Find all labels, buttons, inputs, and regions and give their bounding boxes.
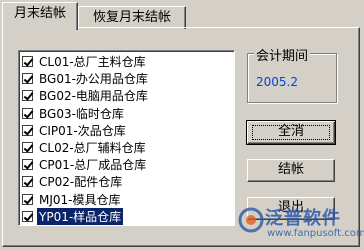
tab-month-end-close[interactable]: 月末结帐	[2, 2, 78, 30]
accounting-period-group: 会计期间 2005.2	[247, 45, 337, 103]
checkbox[interactable]	[22, 90, 33, 102]
list-item[interactable]: CL02-总厂辅料仓库	[22, 139, 234, 156]
watermark-url: www.fanpusoft.com	[267, 228, 364, 239]
watermark-brand: 泛普软件	[265, 208, 341, 229]
list-item[interactable]: CP01-总厂成品仓库	[22, 156, 234, 173]
checkbox[interactable]	[22, 73, 33, 85]
deselect-all-button[interactable]: 全消	[246, 120, 336, 145]
checkbox[interactable]	[22, 193, 33, 205]
list-item-label: CP02-配件仓库	[39, 175, 123, 190]
checkbox[interactable]	[22, 107, 33, 119]
close-month-label: 结帐	[277, 162, 304, 177]
warehouse-list[interactable]: CL01-总厂主料仓库 BG01-办公用品仓库 BG02-电脑用品仓库 BG03…	[18, 50, 235, 226]
list-item-label: CL01-总厂主料仓库	[39, 55, 146, 70]
list-item-label: YP01-样品仓库	[37, 207, 124, 225]
list-item-label: CIP01-次品仓库	[39, 123, 126, 138]
list-item-label: BG01-办公用品仓库	[39, 72, 148, 87]
list-item-label: BG03-临时仓库	[39, 106, 124, 121]
close-month-button[interactable]: 结帐	[247, 159, 335, 182]
list-item[interactable]: CIP01-次品仓库	[22, 122, 234, 139]
list-item-label: CL02-总厂辅料仓库	[39, 141, 146, 156]
list-item-label: BG02-电脑用品仓库	[39, 89, 148, 104]
checkbox[interactable]	[22, 142, 33, 154]
accounting-period-title: 会计期间	[254, 45, 311, 64]
list-item[interactable]: BG02-电脑用品仓库	[22, 87, 234, 104]
accounting-period-value: 2005.2	[256, 75, 298, 89]
checkbox[interactable]	[22, 56, 33, 68]
checkbox[interactable]	[22, 124, 33, 136]
list-item[interactable]: BG01-办公用品仓库	[22, 70, 234, 87]
list-item-label: CP01-总厂成品仓库	[39, 158, 147, 173]
brand-swirl-icon	[238, 207, 264, 233]
checkbox[interactable]	[22, 159, 33, 171]
tab-undo-month-end-close[interactable]: 恢复月末结帐	[78, 6, 186, 29]
list-item[interactable]: CL01-总厂主料仓库	[22, 53, 234, 70]
watermark-logo: 泛普软件 www.fanpusoft.com	[237, 200, 364, 248]
list-item[interactable]: MJ01-模具仓库	[22, 191, 234, 208]
list-item[interactable]: BG03-临时仓库	[22, 105, 234, 122]
focus-rect	[252, 125, 330, 140]
checkbox[interactable]	[22, 176, 33, 188]
list-item-selected[interactable]: YP01-样品仓库	[22, 207, 234, 225]
list-item[interactable]: CP02-配件仓库	[22, 173, 234, 190]
checkbox[interactable]	[22, 210, 33, 222]
list-item-label: MJ01-模具仓库	[39, 192, 121, 207]
